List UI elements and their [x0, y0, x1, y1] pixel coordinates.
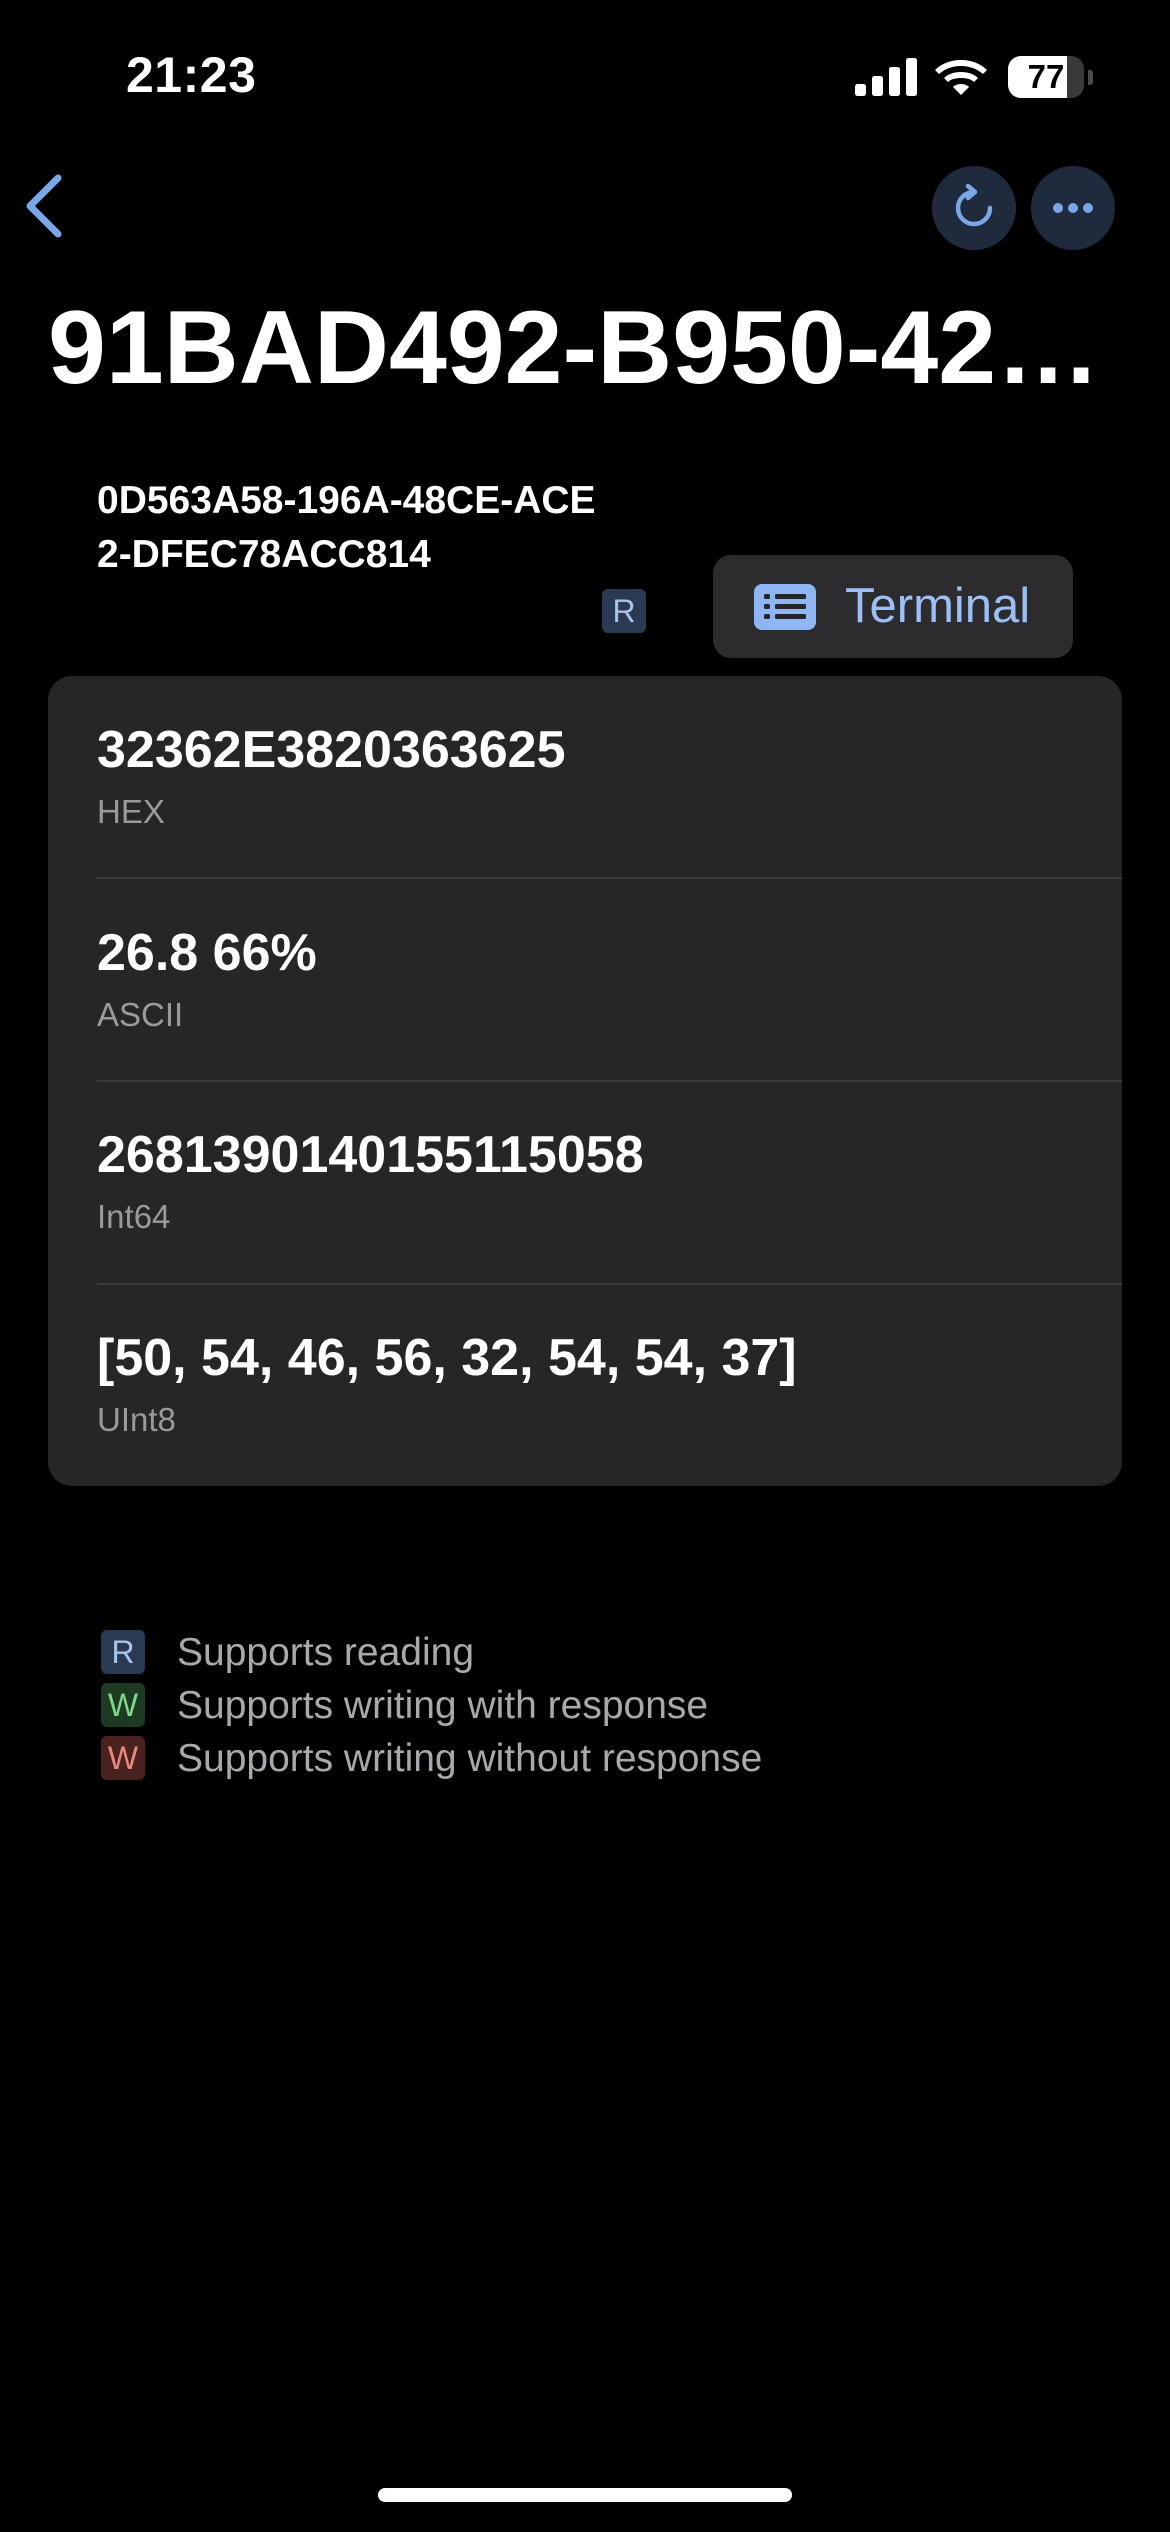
characteristic-uuid: 0D563A58-196A-48CE-ACE2-DFEC78ACC814	[97, 479, 596, 576]
more-button[interactable]	[1031, 166, 1115, 250]
legend-text: Supports reading	[177, 1631, 475, 1674]
page-title: 91BAD492-B950-42…	[48, 290, 1101, 406]
battery-level: 77	[1027, 58, 1065, 95]
terminal-label: Terminal	[845, 579, 1031, 633]
battery-icon: 77	[1008, 56, 1093, 98]
write-no-response-badge: W	[101, 1736, 145, 1780]
legend-text: Supports writing without response	[177, 1737, 763, 1780]
values-card: 32362E3820363625 HEX 26.8 66% ASCII 2681…	[48, 676, 1122, 1486]
list-icon	[754, 584, 816, 630]
back-button[interactable]	[16, 170, 80, 240]
status-bar: 21:23 77	[0, 0, 1170, 150]
wifi-icon	[935, 60, 987, 95]
value-format-label: UInt8	[97, 1401, 176, 1438]
write-response-badge: W	[101, 1683, 145, 1727]
status-time: 21:23	[126, 47, 257, 103]
chevron-left-icon	[26, 174, 62, 238]
value-row-hex[interactable]: 32362E3820363625 HEX	[48, 676, 1122, 878]
value-row-int64[interactable]: 2681390140155115058 Int64	[48, 1081, 1122, 1283]
value-text: 2681390140155115058	[97, 1126, 644, 1184]
signal-icon	[855, 58, 917, 96]
value-row-uint8[interactable]: [50, 54, 46, 56, 32, 54, 54, 37] UInt8	[48, 1284, 1122, 1486]
value-format-label: HEX	[97, 793, 165, 830]
value-text: 32362E3820363625	[97, 721, 566, 779]
value-format-label: Int64	[97, 1198, 171, 1235]
value-row-ascii[interactable]: 26.8 66% ASCII	[48, 879, 1122, 1081]
legend-text: Supports writing with response	[177, 1684, 709, 1727]
read-property-badge: R	[602, 589, 646, 633]
value-text: [50, 54, 46, 56, 32, 54, 54, 37]	[97, 1329, 797, 1387]
refresh-icon	[955, 183, 993, 227]
ellipsis-icon	[1053, 203, 1093, 213]
home-indicator[interactable]	[378, 2488, 792, 2502]
refresh-button[interactable]	[932, 166, 1016, 250]
value-format-label: ASCII	[97, 996, 184, 1033]
terminal-button[interactable]: Terminal	[713, 555, 1073, 658]
read-badge: R	[101, 1630, 145, 1674]
value-text: 26.8 66%	[97, 924, 317, 982]
